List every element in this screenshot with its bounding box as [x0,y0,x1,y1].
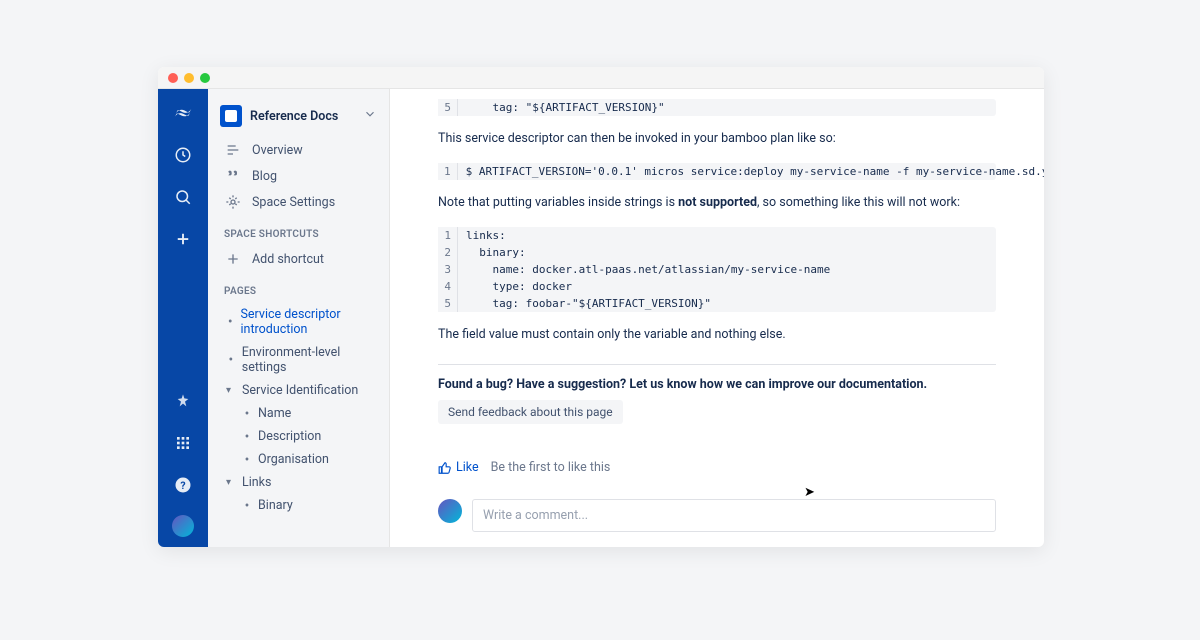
confluence-logo-icon[interactable] [171,101,195,125]
chevron-down-icon [363,107,377,125]
page-label: Binary [258,498,293,513]
add-shortcut-label: Add shortcut [252,252,324,267]
page-tree: • Service descriptor introduction • Envi… [208,303,389,517]
page-label: Links [242,475,271,490]
page-label: Environment-level settings [242,345,385,375]
code-line: type: docker [458,278,580,295]
paragraph-2: Note that putting variables inside strin… [438,194,996,213]
comment-input[interactable]: Write a comment... [472,499,996,532]
code-line: $ ARTIFACT_VERSION='0.0.1' micros servic… [458,163,1044,180]
code-block-1: 5 tag: "${ARTIFACT_VERSION}" [438,99,996,116]
space-icon [220,105,242,127]
code-line: links: [458,227,514,244]
line-number: 2 [438,244,458,261]
line-number: 5 [438,295,458,312]
shortcuts-section-label: SPACE SHORTCUTS [208,215,389,246]
bullet-icon: • [226,353,236,367]
chevron-down-icon: ▾ [226,385,236,396]
svg-text:?: ? [180,479,185,492]
like-row: Like Be the first to like this [438,460,996,475]
page-label: Organisation [258,452,329,467]
code-block-3: 1links: 2 binary: 3 name: docker.atl-paa… [438,227,996,312]
bullet-icon: • [226,315,235,329]
discover-icon[interactable] [171,389,195,413]
page-service-descriptor-intro[interactable]: • Service descriptor introduction [212,303,389,341]
line-number: 4 [438,278,458,295]
add-shortcut[interactable]: Add shortcut [208,246,389,272]
paragraph-3: The field value must contain only the va… [438,326,996,345]
global-nav-rail: ? [158,89,208,547]
nav-blog-label: Blog [252,169,277,184]
page-service-identification[interactable]: ▾ Service Identification [212,379,389,402]
bullet-icon: • [242,499,252,513]
create-icon[interactable] [171,227,195,251]
bullet-icon: • [242,407,252,421]
divider [438,364,996,365]
nav-space-settings[interactable]: Space Settings [208,189,389,215]
page-label: Description [258,429,321,444]
code-line: tag: foobar-"${ARTIFACT_VERSION}" [458,295,719,312]
page-label: Service descriptor introduction [241,307,386,337]
space-selector[interactable]: Reference Docs [208,99,389,137]
code-line: binary: [458,244,534,261]
nav-overview-label: Overview [252,143,303,158]
window-controls [158,67,1044,89]
bullet-icon: • [242,453,252,467]
user-avatar[interactable] [438,499,462,523]
nav-settings-label: Space Settings [252,195,335,210]
thumbs-up-icon [438,461,452,475]
page-content: 5 tag: "${ARTIFACT_VERSION}" This servic… [390,89,1044,547]
app-body: ? Reference Docs Overview Blog [158,89,1044,547]
line-number: 1 [438,163,458,180]
close-window-button[interactable] [168,73,178,83]
recent-icon[interactable] [171,143,195,167]
feedback-heading: Found a bug? Have a suggestion? Let us k… [438,377,996,392]
space-sidebar: Reference Docs Overview Blog Space Setti… [208,89,390,547]
code-line: tag: "${ARTIFACT_VERSION}" [458,99,673,116]
overview-icon [224,142,242,158]
page-label: Name [258,406,291,421]
browser-window: ? Reference Docs Overview Blog [158,67,1044,547]
line-number: 1 [438,227,458,244]
pages-section-label: PAGES [208,272,389,303]
page-name[interactable]: • Name [212,402,389,425]
chevron-down-icon: ▾ [226,477,236,488]
page-description[interactable]: • Description [212,425,389,448]
bullet-icon: • [242,430,252,444]
like-meta: Be the first to like this [491,460,611,475]
minimize-window-button[interactable] [184,73,194,83]
page-environment-level-settings[interactable]: • Environment-level settings [212,341,389,379]
line-number: 3 [438,261,458,278]
send-feedback-button[interactable]: Send feedback about this page [438,400,623,424]
comment-section: Write a comment... [438,499,996,532]
page-organisation[interactable]: • Organisation [212,448,389,471]
plus-icon [224,251,242,267]
apps-icon[interactable] [171,431,195,455]
line-number: 5 [438,99,458,116]
space-name: Reference Docs [250,109,355,124]
blog-icon [224,168,242,184]
code-block-2: 1$ ARTIFACT_VERSION='0.0.1' micros servi… [438,163,996,180]
page-links[interactable]: ▾ Links [212,471,389,494]
help-icon[interactable]: ? [171,473,195,497]
nav-overview[interactable]: Overview [208,137,389,163]
like-label: Like [456,460,479,475]
gear-icon [224,194,242,210]
paragraph-1: This service descriptor can then be invo… [438,130,996,149]
page-label: Service Identification [242,383,358,398]
page-binary[interactable]: • Binary [212,494,389,517]
like-button[interactable]: Like [438,460,479,475]
search-icon[interactable] [171,185,195,209]
profile-avatar[interactable] [172,515,194,537]
code-line: name: docker.atl-paas.net/atlassian/my-s… [458,261,838,278]
nav-blog[interactable]: Blog [208,163,389,189]
maximize-window-button[interactable] [200,73,210,83]
